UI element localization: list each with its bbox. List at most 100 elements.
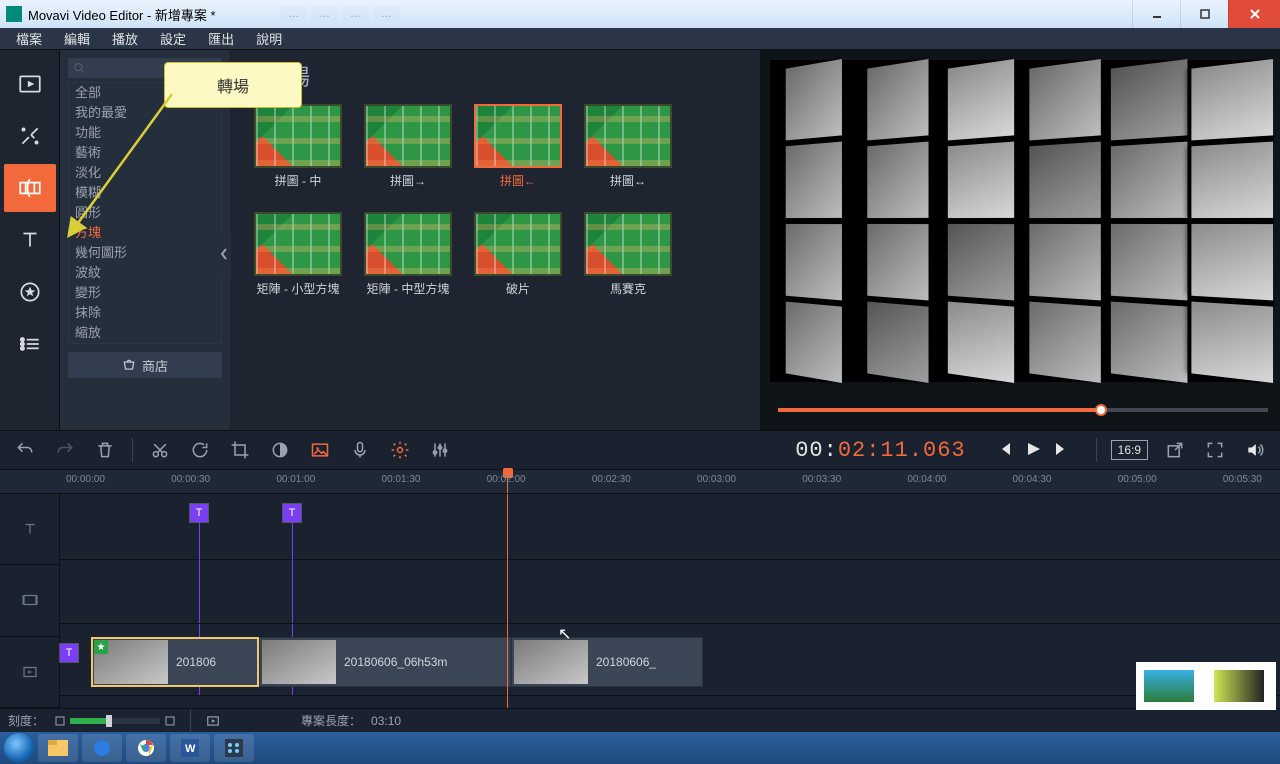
- gallery-title: 轉場: [266, 60, 748, 92]
- menu-export[interactable]: 匯出: [198, 27, 244, 50]
- ruler-label: 00:00:30: [171, 474, 210, 485]
- menu-edit[interactable]: 編輯: [54, 27, 100, 50]
- menu-help[interactable]: 說明: [246, 27, 292, 50]
- menu-bar: 檔案 編輯 播放 設定 匯出 說明: [0, 28, 1280, 50]
- tab-stickers[interactable]: [4, 268, 56, 316]
- track-label-video[interactable]: [0, 637, 59, 708]
- left-sidebar: [0, 50, 60, 430]
- ruler-label: 00:03:30: [802, 474, 841, 485]
- delete-button[interactable]: [88, 435, 122, 465]
- project-length-value: 03:10: [371, 714, 401, 728]
- tab-more[interactable]: [4, 320, 56, 368]
- video-clip[interactable]: 20180606_: [512, 638, 702, 686]
- menu-settings[interactable]: 設定: [150, 27, 196, 50]
- window-minimize-button[interactable]: [1132, 0, 1180, 28]
- zoom-in-icon: [164, 715, 176, 727]
- category-item[interactable]: 波紋: [69, 263, 221, 283]
- video-clip[interactable]: 20180606_06h53m: [260, 638, 510, 686]
- store-button[interactable]: 商店: [68, 352, 222, 378]
- aspect-ratio-button[interactable]: 16:9: [1111, 440, 1148, 460]
- time-ruler[interactable]: 00:00:00 00:00:30 00:01:00 00:01:30 00:02:00…: [0, 470, 1280, 494]
- popout-button[interactable]: [1158, 435, 1192, 465]
- track-label-titles[interactable]: [0, 494, 59, 565]
- tab-filters[interactable]: [4, 112, 56, 160]
- cut-button[interactable]: [143, 435, 177, 465]
- start-button[interactable]: [4, 733, 34, 763]
- mic-button[interactable]: [343, 435, 377, 465]
- category-item[interactable]: 抹除: [69, 303, 221, 323]
- category-item[interactable]: 變形: [69, 283, 221, 303]
- ruler-label: 00:03:00: [697, 474, 736, 485]
- background-tabs: …………: [280, 0, 400, 28]
- title-clip[interactable]: T: [283, 504, 301, 522]
- ruler-label: 00:04:00: [907, 474, 946, 485]
- category-item[interactable]: 幾何圖形: [69, 243, 221, 263]
- svg-text:W: W: [185, 743, 196, 755]
- window-maximize-button[interactable]: [1180, 0, 1228, 28]
- window-title: Movavi Video Editor - 新增專案 *: [28, 5, 216, 24]
- taskbar-chrome[interactable]: [126, 734, 166, 762]
- tooltip-text: 轉場: [217, 79, 249, 96]
- equalizer-button[interactable]: [423, 435, 457, 465]
- taskbar-browser[interactable]: [82, 734, 122, 762]
- transition-label: 矩陣 - 中型方塊: [364, 282, 452, 296]
- title-clip[interactable]: T: [190, 504, 208, 522]
- transition-thumb[interactable]: 拼圖↔: [584, 104, 672, 188]
- picture-button[interactable]: [303, 435, 337, 465]
- transition-label: 拼圖←: [474, 174, 562, 188]
- redo-button[interactable]: [48, 435, 82, 465]
- fullscreen-button[interactable]: [1198, 435, 1232, 465]
- transition-thumb[interactable]: 馬賽克: [584, 212, 672, 296]
- play-button[interactable]: [1024, 440, 1042, 461]
- transition-thumb[interactable]: 破片: [474, 212, 562, 296]
- taskbar-app[interactable]: [214, 734, 254, 762]
- transition-thumb[interactable]: 拼圖→: [364, 104, 452, 188]
- transition-thumb[interactable]: 拼圖←: [474, 104, 562, 188]
- taskbar-word[interactable]: W: [170, 734, 210, 762]
- category-item[interactable]: 縮放: [69, 323, 221, 343]
- transition-label: 破片: [474, 282, 562, 296]
- ruler-label: 00:02:30: [592, 474, 631, 485]
- status-bar: 刻度： 專案長度： 03:10: [0, 708, 1280, 732]
- timecode-display: 00:02:11.063: [795, 438, 965, 463]
- zoom-slider[interactable]: [54, 715, 176, 727]
- transition-thumb[interactable]: 矩陣 - 中型方塊: [364, 212, 452, 296]
- transitions-gallery: 轉場 拼圖 - 中拼圖→ 拼圖← 拼圖↔ 矩陣 - 小型方塊矩陣 - 中型方塊 破片 馬賽…: [230, 50, 760, 430]
- transition-thumb[interactable]: 矩陣 - 小型方塊: [254, 212, 342, 296]
- ruler-label: 00:02:00: [487, 474, 526, 485]
- project-length-label: 專案長度：: [301, 712, 361, 729]
- transition-thumb[interactable]: 拼圖 - 中: [254, 104, 342, 188]
- undo-button[interactable]: [8, 435, 42, 465]
- timeline-playhead[interactable]: [507, 494, 508, 708]
- timeline-toolbar: 00:02:11.063 16:9: [0, 430, 1280, 470]
- ruler-label: 00:01:00: [276, 474, 315, 485]
- ruler-label: 00:01:30: [382, 474, 421, 485]
- tab-transitions[interactable]: [4, 164, 56, 212]
- tooltip-callout: 轉場: [164, 62, 302, 108]
- prev-button[interactable]: [996, 440, 1014, 461]
- watermark-logo: [1136, 662, 1276, 710]
- collapse-panel-button[interactable]: [217, 230, 231, 278]
- tab-media[interactable]: [4, 60, 56, 108]
- menu-play[interactable]: 播放: [102, 27, 148, 50]
- ruler-label: 00:00:00: [66, 474, 105, 485]
- preview-scrubber[interactable]: [778, 408, 1268, 412]
- volume-button[interactable]: [1238, 435, 1272, 465]
- transition-label: 拼圖↔: [584, 174, 672, 188]
- settings-button[interactable]: [383, 435, 417, 465]
- ruler-label: 00:05:00: [1118, 474, 1157, 485]
- video-clip[interactable]: ★201806: [92, 638, 258, 686]
- taskbar-explorer[interactable]: [38, 734, 78, 762]
- timeline: TT T ★20180620180606_06h53m20180606_ ↖: [0, 494, 1280, 708]
- window-close-button[interactable]: [1228, 0, 1280, 28]
- next-button[interactable]: [1052, 440, 1070, 461]
- tracks-area[interactable]: TT T ★20180620180606_06h53m20180606_ ↖: [60, 494, 1280, 708]
- menu-file[interactable]: 檔案: [6, 27, 52, 50]
- fit-timeline-icon[interactable]: [205, 714, 221, 728]
- color-button[interactable]: [263, 435, 297, 465]
- track-label-overlay[interactable]: [0, 565, 59, 636]
- tab-titles[interactable]: [4, 216, 56, 264]
- rotate-button[interactable]: [183, 435, 217, 465]
- crop-button[interactable]: [223, 435, 257, 465]
- ruler-label: 00:05:30: [1223, 474, 1262, 485]
